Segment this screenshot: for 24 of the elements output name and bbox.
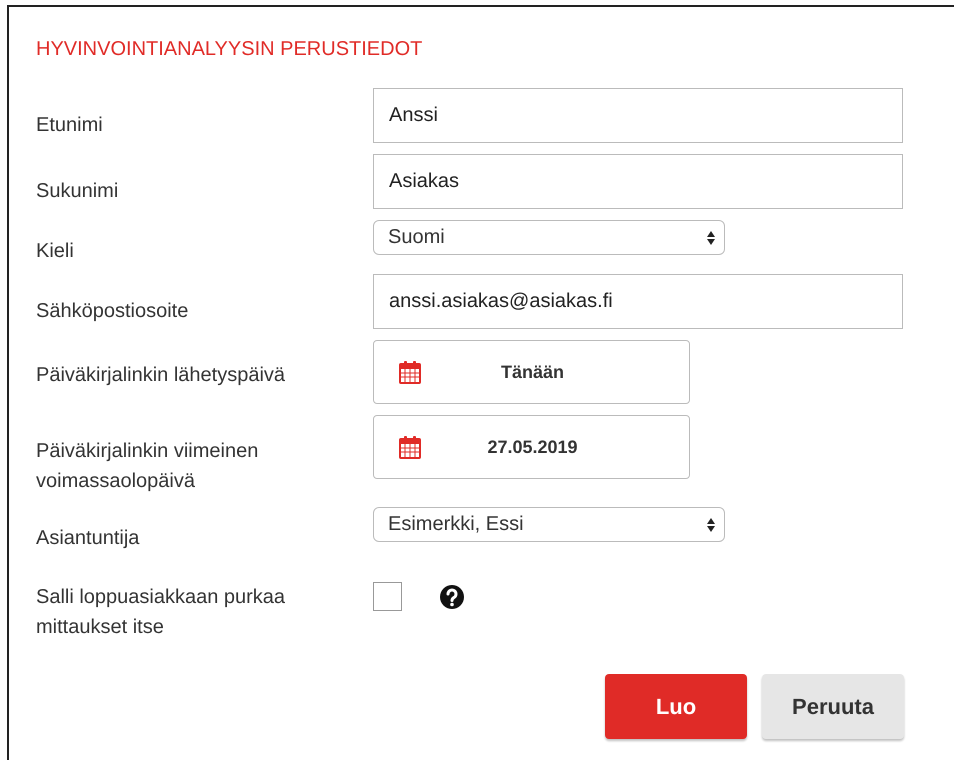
checkbox[interactable] (373, 582, 402, 611)
field-label: Salli loppuasiakkaan purkaa mittaukset itse (36, 585, 286, 640)
calendar-icon (399, 435, 421, 459)
field-label: Päiväkirjalinkin lähetyspäivä (36, 363, 286, 388)
input-field[interactable]: anssi.asiakas@asiakas.fi (373, 274, 903, 329)
field-label: Etunimi (36, 113, 104, 137)
field-label: Kieli (36, 239, 75, 263)
form-title: HYVINVOINTIANALYYSIN PERUSTIEDOT (36, 37, 424, 61)
help-icon[interactable] (439, 584, 465, 610)
create-button[interactable]: Luo (605, 674, 747, 739)
sort-arrows-icon (706, 516, 716, 532)
select-field[interactable]: Esimerkki, Essi (373, 507, 725, 542)
field-label: Sukunimi (36, 179, 120, 203)
field-label: Päiväkirjalinkin viimeinen voimassaolopäivä (36, 439, 260, 494)
cancel-button[interactable]: Peruuta (762, 674, 904, 739)
field-label: Sähköpostiosoite (36, 299, 190, 323)
field-label: Asiantuntija (36, 526, 140, 550)
input-field[interactable]: Asiakas (373, 154, 903, 209)
select-field[interactable]: Suomi (373, 220, 725, 255)
date-picker[interactable]: Tänään (373, 340, 690, 404)
calendar-icon (399, 360, 421, 384)
sort-arrows-icon (706, 230, 716, 246)
input-field[interactable]: Anssi (373, 88, 903, 143)
date-picker[interactable]: 27.05.2019 (373, 415, 690, 479)
